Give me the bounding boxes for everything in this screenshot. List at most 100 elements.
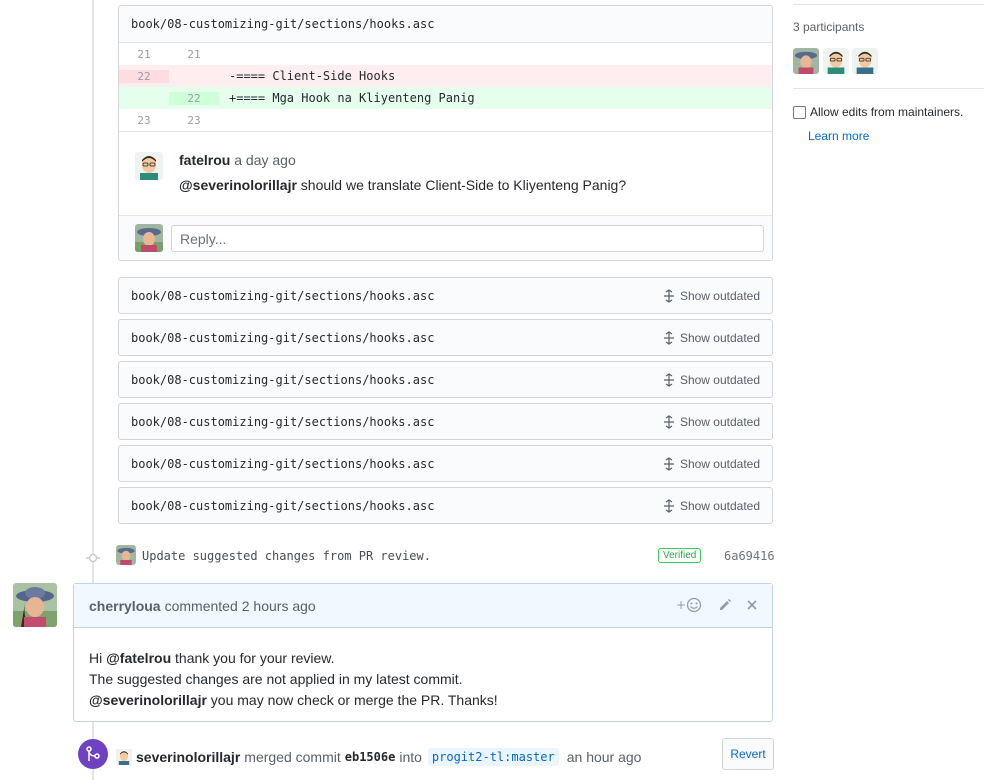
sidebar-divider — [793, 4, 984, 5]
comment-line-1: Hi @fatelrou thank you for your review. — [89, 648, 757, 669]
sidebar-divider — [793, 88, 984, 89]
merge-text: merged commit — [244, 749, 341, 765]
current-user-avatar — [135, 224, 163, 252]
diff-rows: 21 21 22 -==== Client-Side Hooks 22 +===… — [119, 43, 772, 131]
comment-timestamp[interactable]: 2 hours ago — [242, 598, 316, 614]
branch-label[interactable]: progit2-tl:master — [427, 748, 559, 766]
git-commit-icon — [86, 553, 100, 563]
unfold-icon — [663, 498, 674, 513]
comment-author-link[interactable]: fatelrou — [179, 152, 230, 168]
outdated-file-2: book/08-customizing-git/sections/hooks.a… — [118, 319, 773, 356]
diff-row-addition: 22 +==== Mga Hook na Kliyenteng Panig — [119, 87, 772, 109]
comment-header: fatelrou a day ago — [179, 152, 296, 168]
show-outdated-button[interactable]: Show outdated — [662, 373, 760, 387]
verified-badge[interactable]: Verified — [658, 548, 702, 563]
show-outdated-label: Show outdated — [679, 330, 760, 345]
show-outdated-label: Show outdated — [679, 372, 760, 387]
comment-author-link[interactable]: cherryloua — [89, 598, 161, 614]
comment-text: you may now check or merge the PR. Thank… — [206, 692, 498, 708]
show-outdated-button[interactable]: Show outdated — [662, 457, 760, 471]
new-line-number[interactable]: 22 — [169, 91, 219, 105]
merge-timestamp[interactable]: an hour ago — [567, 749, 642, 765]
old-line-number[interactable]: 23 — [119, 114, 169, 127]
close-icon[interactable] — [746, 599, 758, 611]
comment-header: cherryloua commented 2 hours ago — [74, 584, 772, 628]
new-line-number[interactable]: 23 — [169, 114, 219, 127]
mention-link[interactable]: @severinolorillajr — [179, 177, 297, 193]
merge-commit-sha-link[interactable]: eb1506e — [345, 750, 396, 764]
unfold-icon — [663, 414, 674, 429]
participant-avatar-fatelrou[interactable] — [823, 48, 849, 74]
diff-filename[interactable]: book/08-customizing-git/sections/hooks.a… — [131, 17, 434, 31]
commit-author-avatar[interactable] — [116, 545, 136, 565]
cherryloua-avatar-icon — [13, 583, 57, 627]
unfold-icon — [663, 372, 674, 387]
fatelrou-avatar-icon — [823, 48, 849, 74]
diff-code: -==== Client-Side Hooks — [229, 69, 396, 83]
comment-action: commented — [164, 597, 238, 614]
revert-button[interactable]: Revert — [722, 738, 774, 770]
cherryloua-avatar-icon — [116, 545, 136, 565]
comment-line-2: The suggested changes are not applied in… — [89, 671, 463, 687]
outdated-filename[interactable]: book/08-customizing-git/sections/hooks.a… — [131, 331, 434, 345]
fatelrou-avatar-icon — [135, 152, 163, 180]
comment-timestamp[interactable]: a day ago — [234, 152, 296, 168]
outdated-file-4: book/08-customizing-git/sections/hooks.a… — [118, 403, 773, 440]
outdated-filename[interactable]: book/08-customizing-git/sections/hooks.a… — [131, 457, 434, 471]
outdated-filename[interactable]: book/08-customizing-git/sections/hooks.a… — [131, 289, 434, 303]
pencil-icon[interactable] — [718, 598, 732, 612]
outdated-file-3: book/08-customizing-git/sections/hooks.a… — [118, 361, 773, 398]
mention-link[interactable]: @fatelrou — [106, 650, 171, 666]
show-outdated-button[interactable]: Show outdated — [662, 289, 760, 303]
unfold-icon — [663, 288, 674, 303]
comment-actions: + — [676, 597, 758, 613]
comment-body: @severinolorillajr should we translate C… — [179, 177, 626, 193]
outdated-filename[interactable]: book/08-customizing-git/sections/hooks.a… — [131, 415, 434, 429]
allow-edits-checkbox[interactable] — [793, 105, 806, 119]
allow-edits-option[interactable]: Allow edits from maintainers. — [793, 105, 963, 119]
severinolorillajr-avatar-icon[interactable] — [116, 749, 132, 765]
old-line-number[interactable]: 21 — [119, 48, 169, 61]
participant-avatar-cherryloua[interactable] — [793, 48, 819, 74]
show-outdated-label: Show outdated — [679, 414, 760, 429]
participants-label: 3 participants — [793, 20, 865, 34]
cherryloua-avatar-icon — [793, 48, 819, 74]
old-line-number[interactable]: 22 — [119, 69, 169, 83]
show-outdated-button[interactable]: Show outdated — [662, 415, 760, 429]
mention-link[interactable]: @severinolorillajr — [89, 692, 207, 708]
show-outdated-button[interactable]: Show outdated — [662, 331, 760, 345]
merge-event: severinolorillajr merged commit eb1506e … — [78, 738, 778, 774]
outdated-file-1: book/08-customizing-git/sections/hooks.a… — [118, 277, 773, 314]
review-diff-card: book/08-customizing-git/sections/hooks.a… — [118, 5, 773, 261]
reply-area — [119, 215, 772, 260]
show-outdated-button[interactable]: Show outdated — [662, 499, 760, 513]
review-comment: fatelrou a day ago @severinolorillajr sh… — [119, 131, 772, 215]
allow-edits-label: Allow edits from maintainers. — [810, 105, 964, 119]
participant-avatar-severinolorillajr[interactable] — [852, 48, 878, 74]
unfold-icon — [663, 330, 674, 345]
outdated-filename[interactable]: book/08-customizing-git/sections/hooks.a… — [131, 373, 434, 387]
learn-more-link[interactable]: Learn more — [808, 129, 869, 143]
merge-text: into — [399, 749, 422, 765]
show-outdated-label: Show outdated — [679, 288, 760, 303]
show-outdated-label: Show outdated — [679, 456, 760, 471]
commit-message-link[interactable]: Update suggested changes from PR review. — [142, 549, 431, 563]
add-reaction-icon[interactable]: + — [676, 597, 704, 613]
new-line-number[interactable]: 21 — [169, 48, 219, 61]
fatelrou-avatar[interactable] — [135, 152, 163, 180]
comment-text: Hi — [89, 650, 107, 666]
outdated-file-6: book/08-customizing-git/sections/hooks.a… — [118, 487, 773, 524]
diff-row-deletion: 22 -==== Client-Side Hooks — [119, 65, 772, 87]
cherryloua-avatar[interactable] — [13, 583, 57, 627]
severinolorillajr-avatar-icon — [852, 48, 878, 74]
commit-sha-link[interactable]: 6a69416 — [724, 549, 775, 563]
merge-description: severinolorillajr merged commit eb1506e … — [116, 748, 641, 766]
comment-body: Hi @fatelrou thank you for your review. … — [74, 628, 772, 711]
show-outdated-label: Show outdated — [679, 498, 760, 513]
diff-file-header[interactable]: book/08-customizing-git/sections/hooks.a… — [119, 6, 772, 43]
outdated-filename[interactable]: book/08-customizing-git/sections/hooks.a… — [131, 499, 434, 513]
reply-input[interactable] — [171, 225, 764, 252]
merger-username-link[interactable]: severinolorillajr — [136, 749, 240, 765]
diff-row: 23 23 — [119, 109, 772, 131]
diff-code: +==== Mga Hook na Kliyenteng Panig — [229, 91, 475, 105]
